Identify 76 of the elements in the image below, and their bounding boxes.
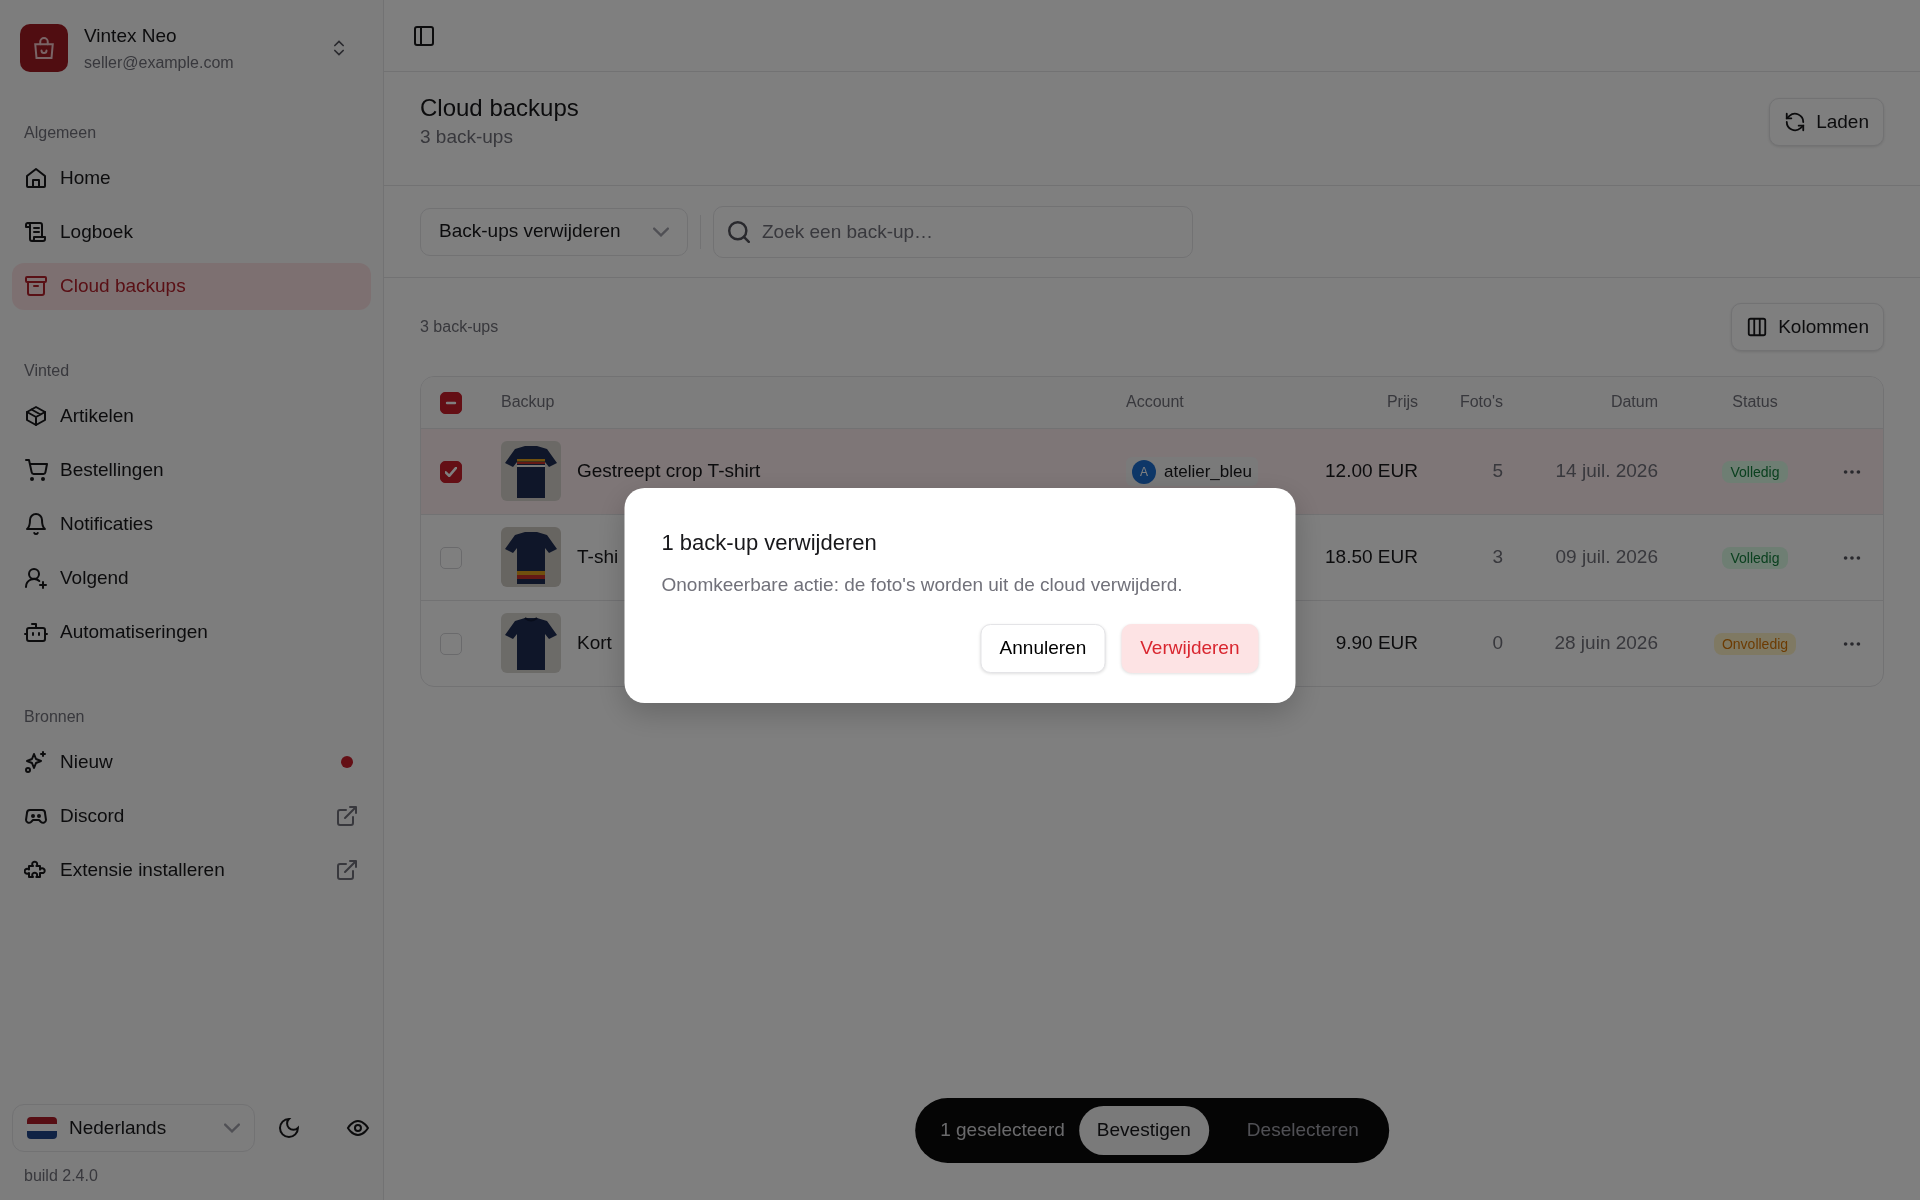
delete-button[interactable]: Verwijderen	[1121, 623, 1259, 673]
minus-icon	[445, 401, 457, 405]
sidebar-item[interactable]: Automatiseringen	[12, 608, 371, 656]
backup-name: Gestreept crop T-shirt	[577, 458, 761, 483]
home-icon	[24, 166, 48, 190]
sidebar-toggle-icon[interactable]	[412, 23, 436, 48]
status-badge: Volledig	[1722, 460, 1788, 483]
user-plus-icon	[24, 566, 48, 590]
section-heading: Bronnen	[23, 706, 86, 727]
bot-icon	[24, 620, 48, 644]
photo-count: 3	[1492, 545, 1503, 567]
sidebar-item[interactable]: Cloud backups	[12, 262, 371, 310]
search-icon	[728, 220, 750, 243]
action-select[interactable]: Back-ups verwijderen	[420, 207, 688, 256]
photo-count: 5	[1492, 459, 1503, 481]
section-heading: Algemeen	[23, 122, 98, 143]
chevron-down-icon	[653, 226, 669, 237]
status-badge: Onvolledig	[1713, 633, 1797, 655]
scroll-icon	[24, 220, 48, 244]
flag-icon	[27, 1117, 57, 1139]
column-header: Foto's	[1459, 393, 1503, 411]
refresh-icon	[1784, 111, 1807, 133]
dialog-title: 1 back-up verwijderen	[661, 529, 878, 557]
columns-button[interactable]: Kolommen	[1731, 303, 1884, 351]
sidebar-item[interactable]: Logboek	[12, 208, 371, 256]
build-version: build 2.4.0	[23, 1166, 99, 1186]
page-title: Cloud backups	[420, 94, 579, 123]
cart-icon	[24, 458, 48, 482]
confirm-button[interactable]: Bevestigen	[1078, 1106, 1209, 1155]
column-header: Status	[1732, 393, 1778, 411]
archive-icon	[24, 274, 48, 298]
reload-button[interactable]: Laden	[1769, 98, 1884, 146]
language-select[interactable]: Nederlands	[12, 1104, 256, 1152]
account-email: seller@example.com	[84, 52, 235, 73]
checkbox[interactable]	[440, 392, 462, 414]
sidebar-item[interactable]: Home	[12, 154, 371, 202]
checkbox[interactable]	[440, 460, 462, 483]
sidebar-item[interactable]: Extensie installeren	[12, 846, 371, 894]
sidebar-item[interactable]: Bestellingen	[12, 446, 371, 494]
sidebar-item[interactable]: Discord	[12, 792, 371, 840]
backup-date: 14 juil. 2026	[1555, 459, 1658, 481]
bell-icon	[24, 512, 48, 536]
backup-name: T-shi	[577, 544, 619, 569]
search-field[interactable]: Zoek een back-up…	[713, 205, 1193, 258]
sparkles-icon	[24, 750, 48, 774]
dialog-message: Onomkeerbare actie: de foto's worden uit de cloud verwijderd.	[661, 573, 1184, 597]
column-header: Datum	[1610, 393, 1658, 411]
column-header: Backup	[501, 393, 555, 411]
result-count: 3 back-ups	[420, 317, 499, 337]
sidebar-item[interactable]: Volgend	[12, 554, 371, 602]
account-name: Vintex Neo	[84, 24, 178, 48]
account-tag: A atelier_bleu	[1126, 456, 1258, 487]
package-icon	[24, 404, 48, 428]
photo-count: 0	[1492, 632, 1503, 653]
columns-icon	[1746, 316, 1769, 338]
backup-date: 09 juil. 2026	[1555, 545, 1658, 567]
price: 18.50 EUR	[1325, 545, 1418, 567]
sidebar-item[interactable]: Nieuw	[12, 738, 371, 786]
page-subtitle: 3 back-ups	[420, 124, 514, 149]
moon-icon[interactable]	[277, 1116, 302, 1140]
chevron-down-icon	[224, 1123, 241, 1133]
backup-date: 28 juin 2026	[1554, 632, 1658, 653]
section-heading: Vinted	[23, 360, 71, 381]
column-header: Prijs	[1386, 393, 1418, 411]
price: 12.00 EUR	[1325, 459, 1418, 481]
sidebar-item[interactable]: Artikelen	[12, 392, 371, 440]
check-icon	[445, 466, 457, 477]
cancel-button[interactable]: Annuleren	[980, 623, 1106, 673]
status-badge: Volledig	[1722, 546, 1788, 569]
deselect-button[interactable]: Deselecteren	[1222, 1106, 1383, 1155]
sidebar-item[interactable]: Notificaties	[12, 500, 371, 548]
selection-count: 1 geselecteerd	[940, 1118, 1065, 1143]
column-header: Account	[1126, 393, 1184, 411]
app-logo	[20, 24, 68, 73]
backup-name: Kort	[577, 631, 612, 655]
price: 9.90 EUR	[1335, 632, 1418, 653]
